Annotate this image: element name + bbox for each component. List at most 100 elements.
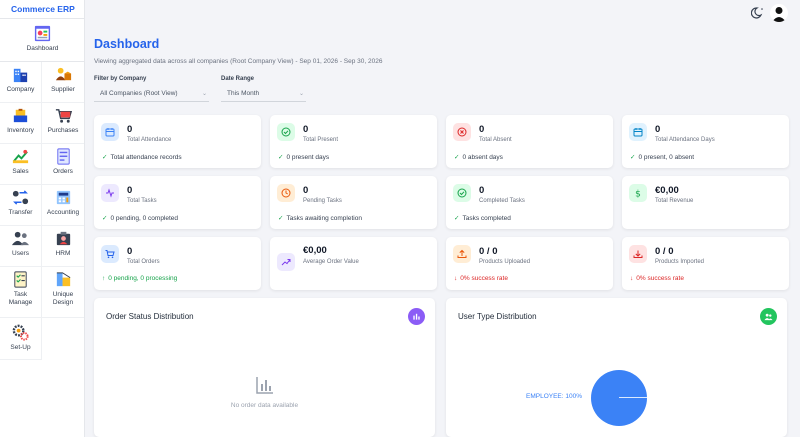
sidebar-item-label: Task Manage	[8, 291, 33, 306]
card-value: 0	[127, 185, 133, 196]
sidebar-item-task-manage[interactable]: Task Manage	[0, 267, 42, 318]
sidebar-item-accounting[interactable]: Accounting	[42, 185, 84, 226]
card-label: Completed Tasks	[479, 198, 525, 204]
dashboard-icon	[33, 24, 52, 43]
card-label: Pending Tasks	[303, 198, 342, 204]
card-footer: ✓ 0 pending, 0 completed	[102, 215, 179, 222]
sidebar-item-users[interactable]: Users	[0, 226, 42, 267]
sidebar-item-transfer[interactable]: Transfer	[0, 185, 42, 226]
calendar-icon	[629, 123, 647, 141]
sidebar-item-orders[interactable]: Orders	[42, 144, 84, 185]
orders-icon	[54, 147, 73, 166]
check-icon: ✓	[630, 154, 636, 161]
card-value: 0 / 0	[479, 246, 498, 257]
sidebar-item-label: Company	[6, 86, 35, 93]
building-icon	[11, 65, 30, 84]
sidebar-item-label: Supplier	[51, 86, 75, 93]
check-icon: ✓	[454, 215, 460, 222]
x-circle-icon	[453, 123, 471, 141]
check-circle-icon	[277, 123, 295, 141]
card-value: €0,00	[655, 185, 679, 196]
card-value: 0	[479, 185, 485, 196]
users-icon	[11, 229, 30, 248]
company-select[interactable]: All Companies (Root View) ⌄	[94, 86, 209, 102]
sidebar-item-label: Sales	[12, 168, 29, 175]
clock-icon	[277, 184, 295, 202]
card-footer: ↓ 0% success rate	[454, 275, 508, 282]
card-products-imported: 0 / 0 Products Imported ↓ 0% success rate	[622, 237, 789, 290]
arrow-down-icon: ↓	[454, 275, 458, 282]
empty-chart-icon	[256, 377, 273, 394]
bar-chart-icon[interactable]	[408, 308, 425, 325]
sidebar: Commerce ERP Dashboard Company Supplier …	[0, 0, 85, 437]
hrm-icon	[54, 229, 73, 248]
card-label: Total Revenue	[655, 198, 694, 204]
card-completed-tasks: 0 Completed Tasks ✓ Tasks completed	[446, 176, 613, 229]
brand-logo[interactable]: Commerce ERP	[0, 0, 84, 19]
check-icon: ✓	[102, 215, 108, 222]
sidebar-item-sales[interactable]: Sales	[0, 144, 42, 185]
card-value: 0	[303, 124, 309, 135]
card-total-present: 0 Total Present ✓ 0 present days	[270, 115, 437, 168]
avatar[interactable]	[770, 4, 788, 22]
users-icon[interactable]	[760, 308, 777, 325]
sidebar-item-hrm[interactable]: HRM	[42, 226, 84, 267]
check-icon: ✓	[278, 154, 284, 161]
inventory-icon	[11, 106, 30, 125]
panel-title: User Type Distribution	[458, 312, 537, 321]
sidebar-item-label: Accounting	[46, 209, 80, 216]
sidebar-item-purchases[interactable]: Purchases	[42, 103, 84, 144]
sidebar-item-label: Transfer	[8, 209, 33, 216]
task-icon	[11, 270, 30, 289]
card-footer: ↑ 0 pending, 0 processing	[102, 275, 178, 282]
company-filter-label: Filter by Company	[94, 76, 147, 82]
card-total-orders: 0 Total Orders ↑ 0 pending, 0 processing	[94, 237, 261, 290]
upload-icon	[453, 245, 471, 263]
download-icon	[629, 245, 647, 263]
dollar-icon: $	[629, 184, 647, 202]
card-value: 0	[655, 124, 661, 135]
sidebar-item-label: Set-Up	[10, 344, 31, 351]
calendar-icon	[101, 123, 119, 141]
card-value: 0	[127, 124, 133, 135]
sidebar-item-inventory[interactable]: Inventory	[0, 103, 42, 144]
card-value: 0 / 0	[655, 246, 674, 257]
card-value: 0	[479, 124, 485, 135]
check-icon: ✓	[102, 154, 108, 161]
activity-icon	[101, 184, 119, 202]
card-label: Average Order Value	[303, 259, 359, 265]
card-products-uploaded: 0 / 0 Products Uploaded ↓ 0% success rate	[446, 237, 613, 290]
transfer-icon	[11, 188, 30, 207]
chevron-down-icon: ⌄	[298, 91, 304, 97]
empty-state-text: No order data available	[230, 402, 299, 409]
pie-slice-employee[interactable]	[591, 370, 647, 426]
chevron-down-icon: ⌄	[201, 91, 207, 97]
card-footer: ✓ Tasks completed	[454, 215, 511, 222]
sidebar-item-dashboard[interactable]: Dashboard	[0, 19, 85, 62]
sidebar-item-unique-design[interactable]: Unique Design	[42, 267, 84, 318]
design-icon	[54, 270, 73, 289]
card-footer: ↓ 0% success rate	[630, 275, 684, 282]
cart-icon	[54, 106, 73, 125]
arrow-down-icon: ↓	[630, 275, 634, 282]
sidebar-item-setup[interactable]: Set-Up	[0, 318, 42, 360]
card-total-attendance-days: 0 Total Attendance Days ✓ 0 present, 0 ab…	[622, 115, 789, 168]
check-circle-icon	[453, 184, 471, 202]
sidebar-item-supplier[interactable]: Supplier	[42, 62, 84, 103]
page-subtitle: Viewing aggregated data across all compa…	[94, 58, 383, 65]
card-footer: ✓ 0 present days	[278, 154, 330, 161]
sidebar-item-label: Users	[12, 250, 29, 257]
check-icon: ✓	[454, 154, 460, 161]
date-range-value: This Month	[227, 90, 260, 97]
card-footer: ✓ Total attendance records	[102, 154, 182, 161]
date-range-select[interactable]: This Month ⌄	[221, 86, 306, 102]
theme-toggle-icon[interactable]	[751, 6, 765, 20]
sidebar-item-label: Unique Design	[52, 291, 74, 306]
gear-icon	[11, 323, 30, 342]
panel-title: Order Status Distribution	[106, 312, 194, 321]
card-label: Products Uploaded	[479, 259, 531, 265]
sales-icon	[11, 147, 30, 166]
card-footer: ✓ 0 present, 0 absent	[630, 154, 695, 161]
sidebar-item-company[interactable]: Company	[0, 62, 42, 103]
svg-text:$: $	[635, 189, 641, 198]
